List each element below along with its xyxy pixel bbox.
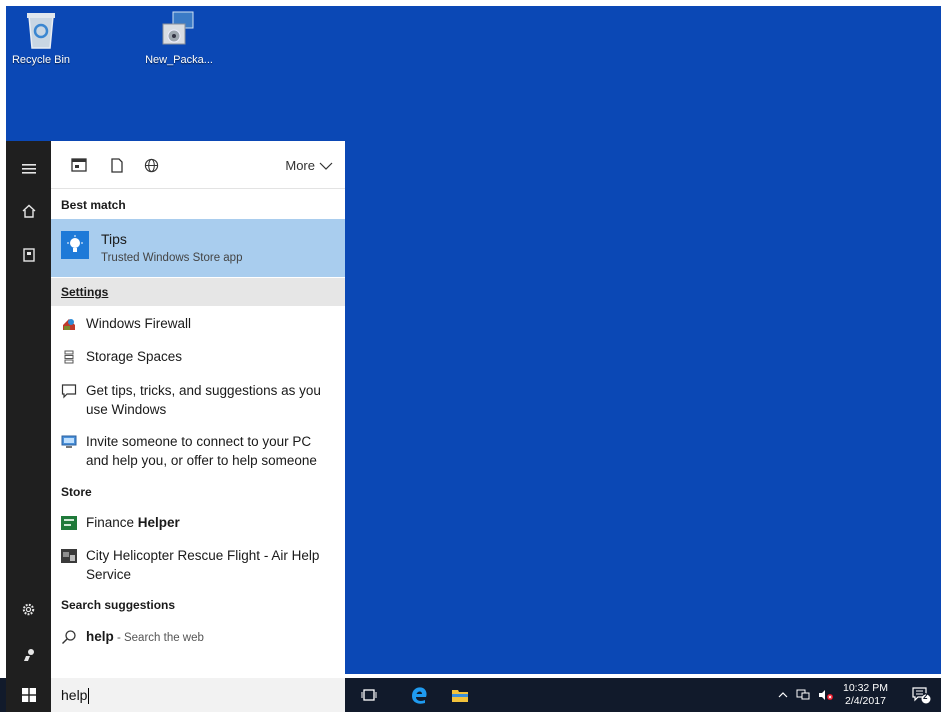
- remote-assistance-icon: [61, 435, 77, 448]
- search-input[interactable]: help: [61, 687, 90, 705]
- desktop-icon-new-package[interactable]: New_Packa...: [140, 10, 218, 66]
- chevron-down-icon: [319, 162, 333, 170]
- network-icon[interactable]: [792, 678, 814, 712]
- clock-date: 2/4/2017: [845, 695, 886, 707]
- notifications-icon: [912, 687, 931, 704]
- search-results-panel: More Best match Tips Trusted Windows Sto…: [51, 141, 345, 678]
- result-label: City Helicopter Rescue Flight - Air Help…: [86, 548, 320, 582]
- desktop-icon-recycle-bin[interactable]: Recycle Bin: [2, 10, 80, 66]
- search-suggestions-heading: Search suggestions: [61, 598, 176, 612]
- firewall-icon: [63, 319, 75, 330]
- system-clock[interactable]: 10:32 PM 2/4/2017: [843, 682, 888, 708]
- apps-filter-icon[interactable]: [70, 156, 88, 174]
- clock-time: 10:32 PM: [843, 682, 888, 694]
- settings-heading-row[interactable]: Settings: [51, 278, 345, 306]
- start-button[interactable]: [6, 678, 51, 712]
- documents-filter-icon[interactable]: [108, 156, 126, 174]
- desktop-icon-label: New_Packa...: [145, 54, 213, 66]
- store-heading: Store: [61, 485, 92, 499]
- start-rail: [6, 141, 51, 678]
- chat-bubble-icon: [61, 384, 77, 399]
- feedback-icon[interactable]: [6, 637, 51, 673]
- installer-package-icon: [162, 11, 194, 45]
- action-center-button[interactable]: 2: [906, 678, 936, 712]
- result-label: help - Search the web: [86, 629, 204, 644]
- recycle-bin-icon: [27, 13, 55, 49]
- game-app-icon: [61, 549, 77, 563]
- result-label: Invite someone to connect to your PC and…: [86, 434, 317, 468]
- notebook-icon[interactable]: [6, 237, 51, 273]
- best-match-subtitle: Trusted Windows Store app: [101, 252, 243, 264]
- result-label: Finance Helper: [86, 515, 180, 530]
- notification-count-badge: 2: [923, 692, 928, 701]
- hamburger-menu-icon[interactable]: [6, 151, 51, 187]
- result-label: Windows Firewall: [86, 316, 192, 331]
- settings-gear-icon[interactable]: [6, 591, 51, 627]
- best-match-heading: Best match: [61, 198, 126, 212]
- file-explorer-icon[interactable]: [443, 678, 477, 712]
- more-filters-button[interactable]: More: [285, 158, 333, 173]
- task-view-icon[interactable]: [352, 678, 386, 712]
- more-label: More: [285, 158, 315, 173]
- text-caret: [88, 688, 90, 705]
- best-match-result-tips[interactable]: Tips Trusted Windows Store app: [51, 219, 345, 277]
- best-match-title: Tips: [101, 231, 127, 247]
- settings-heading: Settings: [61, 285, 109, 299]
- finance-app-icon: [61, 516, 77, 530]
- result-label: Storage Spaces: [86, 349, 183, 364]
- desktop-icon-label: Recycle Bin: [11, 54, 71, 66]
- show-hidden-icons-icon[interactable]: [774, 678, 792, 712]
- lightbulb-icon: [61, 231, 89, 259]
- storage-spaces-icon: [64, 350, 74, 364]
- volume-muted-icon[interactable]: [814, 678, 838, 712]
- edge-icon[interactable]: [402, 678, 436, 712]
- search-filter-bar: More: [51, 141, 345, 189]
- web-filter-icon[interactable]: [142, 156, 160, 174]
- result-label: Get tips, tricks, and suggestions as you…: [86, 383, 321, 417]
- search-box[interactable]: help: [51, 678, 345, 712]
- windows-logo-icon: [21, 688, 36, 702]
- search-icon: [62, 630, 76, 644]
- home-icon[interactable]: [6, 193, 51, 229]
